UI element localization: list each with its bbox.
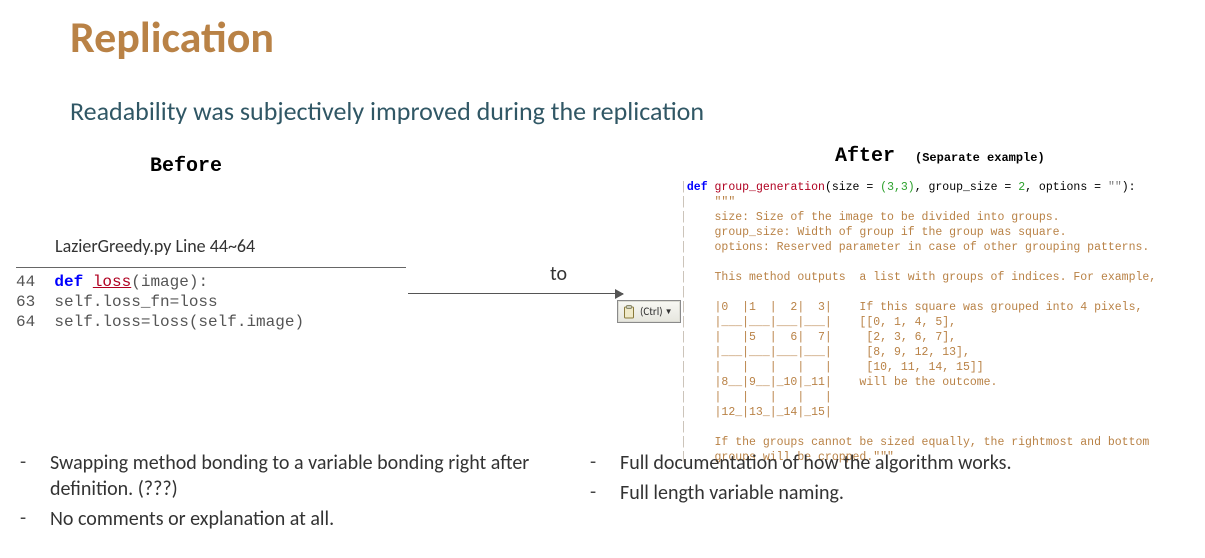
bullet-text-inner: Swapping method bonding to a variable bo… xyxy=(50,451,529,501)
docstring-line: This method outputs a list with groups o… xyxy=(687,271,1156,284)
function-name: group_generation xyxy=(715,181,825,194)
code-literal: (3,3) xyxy=(880,181,915,194)
code-text: , options = xyxy=(1025,181,1108,194)
docstring-line: |8__|9__|_10|_11| will be the outcome. xyxy=(687,376,998,389)
code-text: self.loss_fn=loss xyxy=(54,293,217,311)
list-item: - No comments or explanation at all. xyxy=(20,506,540,532)
before-heading: Before xyxy=(150,155,222,178)
docstring-line: | | | | | [10, 11, 14, 15]] xyxy=(687,361,984,374)
slide: Replication Readability was subjectively… xyxy=(0,0,1205,558)
line-number: 64 xyxy=(16,313,35,331)
code-line-44: 44 def loss(image): xyxy=(16,272,406,292)
docstring-line: |___|___|___|___| [8, 9, 12, 13], xyxy=(687,346,970,359)
to-label: to xyxy=(550,262,567,286)
list-item: - Full documentation of how the algorith… xyxy=(590,450,1150,476)
code-line-64: 64 self.loss=loss(self.image) xyxy=(16,312,406,332)
docstring-line: group_size: Width of group if the group … xyxy=(687,226,1067,239)
bullet-dash: - xyxy=(20,450,50,474)
bullet-text: Full length variable naming. xyxy=(620,480,1150,506)
line-number: 63 xyxy=(16,293,35,311)
arrow-right-icon xyxy=(408,293,623,294)
before-code-block: 44 def loss(image): 63 self.loss_fn=loss… xyxy=(16,265,406,332)
list-item: - Full length variable naming. xyxy=(590,480,1150,506)
code-literal: "" xyxy=(1108,181,1122,194)
after-heading: After (Separate example) xyxy=(835,145,1045,168)
bullet-text: Full documentation of how the algorithm … xyxy=(620,450,1150,476)
after-subheading: (Separate example) xyxy=(915,151,1045,165)
code-text: (image): xyxy=(131,273,208,291)
bullet-text: Swapping method bonding to a variable bo… xyxy=(50,450,540,502)
after-bullets: - Full documentation of how the algorith… xyxy=(590,450,1150,510)
docstring-line: options: Reserved parameter in case of o… xyxy=(687,241,1149,254)
after-code-block: |def group_generation(size = (3,3), grou… xyxy=(680,180,1195,465)
bullet-dash: - xyxy=(590,480,620,504)
docstring-line: """ xyxy=(687,196,735,209)
docstring-line: |12_|13_|_14|_15| xyxy=(687,406,832,419)
docstring-line: |___|___|___|___| [[0, 1, 4, 5], xyxy=(687,316,956,329)
keyword-def: def xyxy=(687,181,708,194)
bullet-dash: - xyxy=(590,450,620,474)
function-name: loss xyxy=(93,273,131,291)
clipboard-icon xyxy=(621,304,637,320)
paste-options-button[interactable]: (Ctrl) ▼ xyxy=(617,300,681,323)
docstring-line: If the groups cannot be sized equally, t… xyxy=(687,436,1149,449)
page-subtitle: Readability was subjectively improved du… xyxy=(70,95,704,127)
docstring-line: size: Size of the image to be divided in… xyxy=(687,211,1060,224)
docstring-line: | | | | | xyxy=(687,391,832,404)
chevron-down-icon: ▼ xyxy=(665,307,673,317)
code-text: self.loss=loss(self.image) xyxy=(54,313,304,331)
docstring-line: | |5 | 6| 7| [2, 3, 6, 7], xyxy=(687,331,956,344)
page-title: Replication xyxy=(70,10,274,64)
before-file-label: LazierGreedy.py Line 44~64 xyxy=(55,235,255,257)
code-text: (size = xyxy=(825,181,880,194)
divider xyxy=(16,267,406,268)
code-text: , group_size = xyxy=(915,181,1019,194)
bullet-text: No comments or explanation at all. xyxy=(50,506,540,532)
before-bullets: - Swapping method bonding to a variable … xyxy=(20,450,540,536)
after-heading-text: After xyxy=(835,145,895,168)
bullet-dash: - xyxy=(20,506,50,530)
paste-label: (Ctrl) xyxy=(640,305,663,318)
keyword-def: def xyxy=(54,273,83,291)
docstring-line: |0 |1 | 2| 3| If this square was grouped… xyxy=(687,301,1142,314)
list-item: - Swapping method bonding to a variable … xyxy=(20,450,540,502)
line-number: 44 xyxy=(16,273,35,291)
code-line-63: 63 self.loss_fn=loss xyxy=(16,292,406,312)
code-text: ): xyxy=(1122,181,1136,194)
